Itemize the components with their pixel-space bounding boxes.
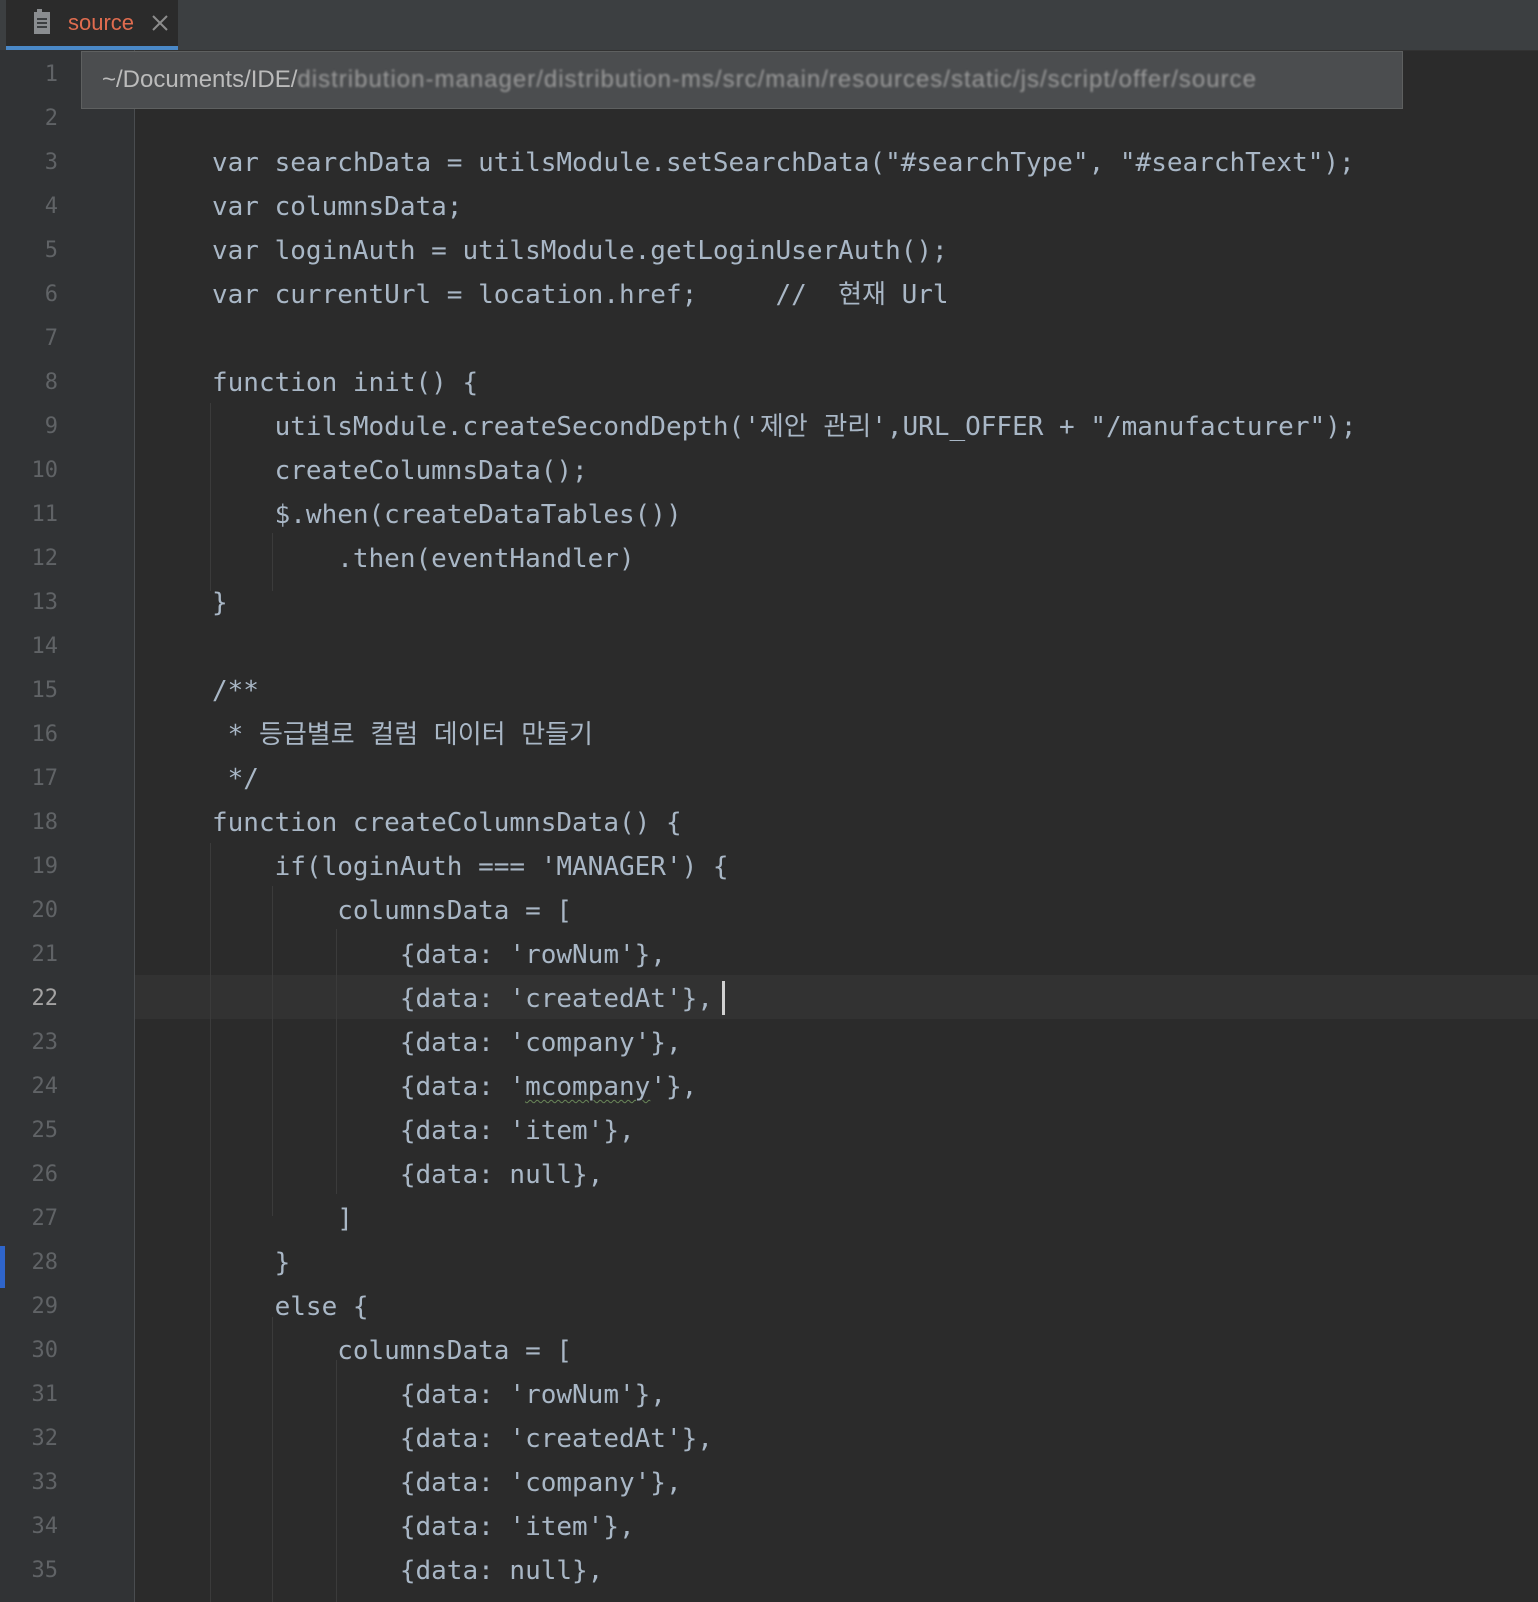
code-line[interactable]: {data: 'createdAt'}, [212,1417,713,1461]
line-number[interactable]: 18 [0,801,59,845]
line-number[interactable]: 12 [0,537,59,581]
line-number[interactable]: 31 [0,1373,59,1417]
code-line[interactable]: {data: 'rowNum'}, [212,933,666,977]
code-line[interactable]: if(loginAuth === 'MANAGER') { [212,845,729,889]
line-number[interactable]: 7 [0,317,58,361]
tab-label: source [68,10,135,35]
line-number[interactable]: 28 [0,1241,59,1285]
line-number[interactable]: 27 [0,1197,59,1241]
line-number[interactable]: 10 [0,449,59,493]
code-line[interactable]: else { [212,1285,369,1329]
line-number[interactable]: 35 [0,1549,59,1593]
line-number[interactable]: 8 [0,361,58,405]
code-line[interactable]: utilsModule.createSecondDepth('제안 관리',UR… [212,405,1357,449]
code-line[interactable]: {data: 'item'}, [212,1505,635,1549]
line-number[interactable]: 1 [0,53,58,97]
code-line[interactable]: ] [212,1197,353,1241]
code-line[interactable]: var searchData = utilsModule.setSearchDa… [212,141,1355,185]
tab-source[interactable]: source [6,0,178,50]
line-number[interactable]: 17 [0,757,59,801]
line-number[interactable]: 20 [0,889,59,933]
line-number[interactable]: 26 [0,1153,59,1197]
indent-guide [210,403,211,591]
line-number[interactable]: 14 [0,625,59,669]
line-number[interactable]: 6 [0,273,58,317]
line-number[interactable]: 9 [0,405,58,449]
line-number[interactable]: 4 [0,185,58,229]
line-number[interactable]: 32 [0,1417,59,1461]
code-line[interactable]: {data: 'mcompany'}, [212,1065,697,1109]
code-line[interactable]: {data: 'rowNum'}, [212,1373,666,1417]
text-caret [722,981,725,1015]
line-number[interactable]: 16 [0,713,59,757]
line-number[interactable]: 13 [0,581,59,625]
code-editor[interactable]: source 1 2 3 4 5 6 7 8 9 10 11 12 13 14 15 16 17 18 19 20 21… [0,0,1538,1602]
line-number[interactable]: 22 [0,977,59,1021]
code-line[interactable]: {data: 'company'}, [212,1461,682,1505]
code-line[interactable]: columnsData = [ [212,1329,572,1373]
code-line[interactable]: /** [212,669,259,713]
code-line[interactable]: var columnsData; [212,185,462,229]
line-number[interactable]: 24 [0,1065,59,1109]
path-prefix: ~/Documents/IDE/ [102,66,298,93]
code-line[interactable]: $.when(createDataTables()) [212,493,682,537]
code-line[interactable]: createColumnsData(); [212,449,588,493]
code-line[interactable]: var loginAuth = utilsModule.getLoginUser… [212,229,948,273]
line-number[interactable]: 3 [0,141,58,185]
code-line[interactable]: {data: 'company'}, [212,1021,682,1065]
code-line[interactable]: {data: 'createdAt'}, [212,977,713,1021]
code-line[interactable]: function createColumnsData() { [212,801,682,845]
indent-guide [210,843,211,1602]
line-number[interactable]: 21 [0,933,59,977]
line-number[interactable]: 11 [0,493,59,537]
code-line[interactable]: function init() { [212,361,478,405]
line-number[interactable]: 34 [0,1505,59,1549]
code-line[interactable]: columnsData = [ [212,889,572,933]
file-path-tooltip: ~/Documents/IDE/distribution-manager/dis… [81,51,1403,109]
file-icon [34,9,50,34]
line-number[interactable]: 19 [0,845,59,889]
line-number[interactable]: 25 [0,1109,59,1153]
editor-tab-bar: source [0,0,1538,51]
line-number[interactable]: 5 [0,229,58,273]
code-line[interactable]: } [212,1241,291,1285]
code-line[interactable]: {data: null}, [212,1549,604,1593]
line-number[interactable]: 2 [0,97,58,141]
line-number[interactable]: 29 [0,1285,59,1329]
path-obscured: distribution-manager/distribution-ms/src… [297,66,1257,93]
code-line[interactable]: .then(eventHandler) [212,537,634,581]
code-line[interactable]: {data: 'item'}, [212,1109,635,1153]
line-number[interactable]: 23 [0,1021,59,1065]
close-icon[interactable] [148,11,172,35]
spellcheck-word[interactable]: mcompany [525,1072,650,1102]
code-line[interactable]: var currentUrl = location.href; // 현재 Ur… [212,273,949,317]
line-number[interactable]: 33 [0,1461,59,1505]
code-line[interactable]: {data: null}, [212,1153,604,1197]
code-line[interactable]: */ [212,757,259,801]
code-line[interactable]: } [212,581,228,625]
code-line[interactable]: * 등급별로 컬럼 데이터 만들기 [212,713,593,757]
line-number[interactable]: 30 [0,1329,59,1373]
line-number[interactable]: 15 [0,669,59,713]
